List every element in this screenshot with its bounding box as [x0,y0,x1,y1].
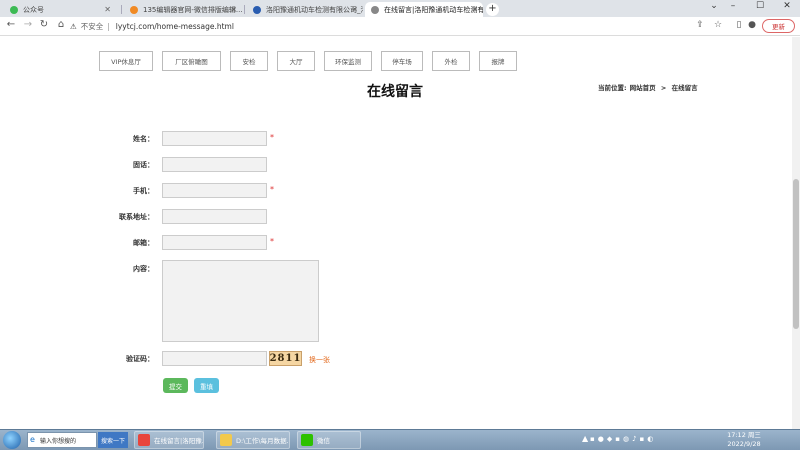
nav-item-scrap[interactable]: 报牌 [479,51,517,71]
close-icon[interactable]: ✕ [230,5,237,14]
reload-icon[interactable]: ↻ [38,19,50,30]
sidebar-icon[interactable]: ▯ [733,20,745,30]
taskbar-item-browser[interactable]: 在线留言|洛阳豫... [134,431,204,449]
close-window-icon[interactable]: ✕ [780,1,794,11]
tab-message-active[interactable]: 在线留言|洛阳豫通机动车检测有... ✕ [365,2,483,17]
security-status: 不安全 [80,22,104,31]
page-title: 在线留言 [367,84,423,100]
tab-135editor[interactable]: 135编辑器官网-微信排版编辑... ✕ [124,2,242,17]
nav-item-safety-inspection[interactable]: 安检 [230,51,268,71]
page-viewport: VIP休息厅 厂区俯瞰图 安检 大厅 环保监测 停车场 外检 报牌 在线留言 当… [0,37,792,429]
breadcrumb-home-link[interactable]: 网站首页 [630,84,656,92]
wechat-icon [301,434,313,446]
tab-favicon-icon [253,5,261,14]
nav-item-emission-test[interactable]: 环保监测 [324,51,372,71]
tab-divider [121,5,122,14]
nav-item-hall[interactable]: 大厅 [277,51,315,71]
back-icon[interactable]: ← [5,19,17,30]
refresh-captcha-link[interactable]: 换一张 [309,355,330,365]
breadcrumb-separator: > [660,84,667,92]
tab-title: 135编辑器官网-微信排版编辑... [143,5,242,14]
home-icon[interactable]: ⌂ [55,19,67,30]
nav-item-plant-view[interactable]: 厂区俯瞰图 [162,51,221,71]
ie-icon: e [30,435,35,444]
tray-expand-icon[interactable]: ▲ [582,434,588,443]
taskbar-item-label: D:\工作\每月数据... [236,437,290,445]
scrollbar-thumb[interactable] [793,179,799,329]
nav-item-parking[interactable]: 停车场 [381,51,423,71]
os-taskbar: 输入你想搜的 e 搜索一下 在线留言|洛阳豫... D:\工作\每月数据... … [0,429,800,450]
close-icon[interactable]: ✕ [104,5,111,14]
url-bar[interactable]: ⚠ 不安全 | lyytcj.com/home-message.html [70,20,688,33]
browser-tab-strip: 公众号 ✕ 135编辑器官网-微信排版编辑... ✕ 洛阳豫通机动车检测有限公司… [0,0,800,17]
nav-item-vip-lounge[interactable]: VIP休息厅 [99,51,153,71]
name-label: 姓名： [133,135,154,143]
email-label: 邮箱： [133,239,154,247]
tab-title: 公众号 [23,5,44,14]
update-button[interactable]: 更新 [762,19,795,33]
warning-icon: ⚠ [70,22,77,31]
forward-icon[interactable]: → [22,19,34,30]
profile-icon[interactable]: ● [746,20,758,30]
taskbar-item-label: 微信 [317,437,330,445]
mobile-input[interactable] [162,183,267,198]
tab-title: 在线留言|洛阳豫通机动车检测有... [384,5,483,14]
share-icon[interactable]: ⇪ [694,20,706,30]
reset-button[interactable]: 重填 [194,378,219,393]
url-text: lyytcj.com/home-message.html [115,22,234,31]
new-tab-button[interactable]: + [486,3,499,16]
close-icon[interactable]: ✕ [351,5,358,14]
mobile-label: 手机： [133,187,154,195]
minimize-icon[interactable]: – [726,1,740,11]
required-mark: * [270,185,274,194]
taskbar-search-button[interactable]: 搜索一下 [98,432,128,448]
content-textarea[interactable] [162,260,319,342]
clock-time: 17:12 周三 [727,431,761,439]
tab-gongzhonghao[interactable]: 公众号 ✕ [4,2,116,17]
address-label: 联系地址： [119,213,154,221]
submit-button[interactable]: 提交 [163,378,188,393]
captcha-input[interactable] [162,351,267,366]
start-button[interactable] [3,431,21,449]
phone-input[interactable] [162,157,267,172]
star-icon[interactable]: ☆ [712,20,724,30]
tab-divider [244,5,245,14]
address-toolbar: ← → ↻ ⌂ ⚠ 不安全 | lyytcj.com/home-message.… [0,17,800,36]
tab-favicon-icon [10,5,18,14]
taskbar-item-explorer[interactable]: D:\工作\每月数据... [216,431,290,449]
site-nav: VIP休息厅 厂区俯瞰图 安检 大厅 环保监测 停车场 外检 报牌 [99,51,526,71]
clock-date: 2022/9/28 [727,440,761,448]
breadcrumb-prefix: 当前位置: [598,84,627,92]
system-tray-icons[interactable]: ▪●◆▪◍♪▪◐ [590,435,656,443]
required-mark: * [270,237,274,246]
globe-icon [371,5,379,14]
captcha-label: 验证码： [126,355,154,363]
breadcrumb: 当前位置: 网站首页 > 在线留言 [598,82,701,92]
tab-title: 洛阳豫通机动车检测有限公司_洛... [266,5,363,14]
nav-item-exterior-check[interactable]: 外检 [432,51,470,71]
taskbar-item-wechat[interactable]: 微信 [297,431,361,449]
maximize-icon[interactable]: ☐ [753,1,767,11]
taskbar-clock[interactable]: 17:12 周三 2022/9/28 [724,431,764,449]
breadcrumb-current: 在线留言 [671,84,698,92]
phone-label: 固话： [133,161,154,169]
content-label: 内容： [133,265,154,273]
taskbar-item-label: 在线留言|洛阳豫... [154,437,204,445]
url-divider: | [107,22,110,31]
captcha-image[interactable]: 2811 [269,351,302,366]
close-icon[interactable]: ✕ [471,5,478,14]
tab-yutong-home[interactable]: 洛阳豫通机动车检测有限公司_洛... ✕ [247,2,363,17]
chevron-down-icon[interactable]: ⌄ [707,1,721,11]
folder-icon [220,434,232,446]
chrome-icon [138,434,150,446]
name-input[interactable] [162,131,267,146]
email-input[interactable] [162,235,267,250]
tab-favicon-icon [130,5,138,14]
address-input[interactable] [162,209,267,224]
required-mark: * [270,133,274,142]
page-scrollbar[interactable] [792,37,800,429]
